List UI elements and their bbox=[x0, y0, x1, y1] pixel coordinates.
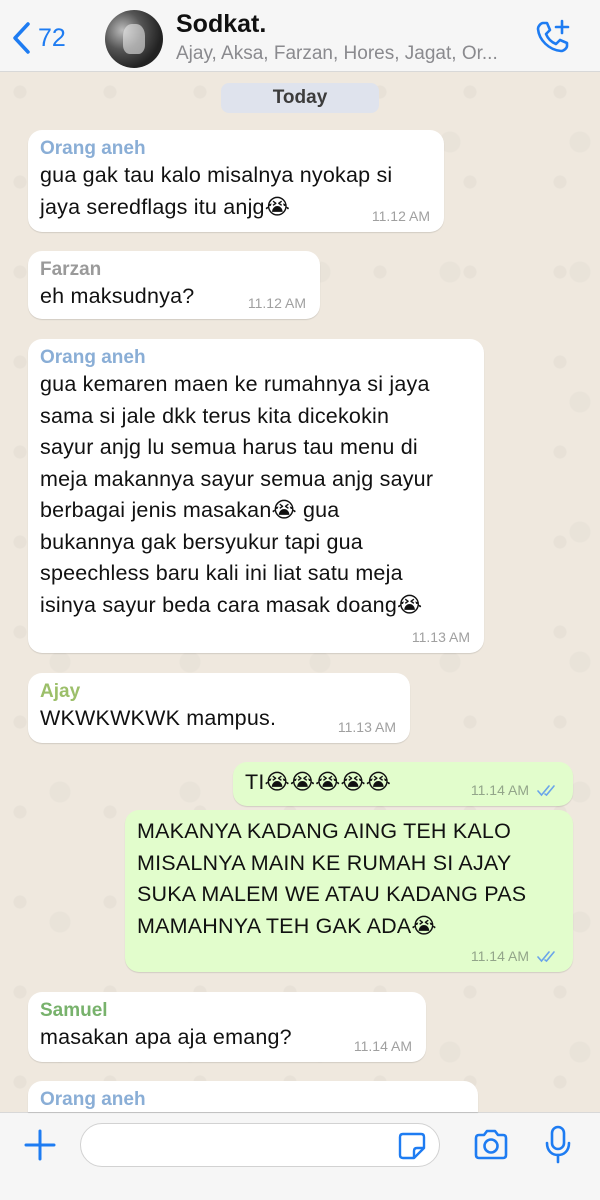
back-chevron-icon bbox=[13, 22, 30, 54]
message-text: MAKANYA KADANG AING TEH KALO MISALNYA MA… bbox=[137, 819, 527, 938]
add-call-button[interactable] bbox=[534, 18, 572, 56]
message-bubble[interactable]: Ajay WKWKWKWK mampus. 11.13 AM bbox=[28, 673, 410, 743]
add-call-icon bbox=[536, 19, 570, 53]
composer-bar bbox=[0, 1112, 600, 1200]
message-bubble[interactable]: Orang aneh bbox=[28, 1081, 478, 1112]
group-avatar[interactable] bbox=[105, 10, 163, 68]
message-bubble[interactable]: Samuel masakan apa aja emang? 11.14 AM bbox=[28, 992, 426, 1062]
outgoing-message-bubble[interactable]: TI😭😭😭😭😭 11.14 AM bbox=[233, 762, 573, 806]
message-bubble[interactable]: Orang aneh gua kemaren maen ke rumahnya … bbox=[28, 339, 484, 653]
message-time: 11.13 AM bbox=[337, 719, 396, 735]
message-time: 11.14 AM bbox=[470, 948, 529, 964]
double-check-icon bbox=[537, 785, 555, 797]
message-text: gua kemaren maen ke rumahnya si jaya sam… bbox=[40, 372, 434, 617]
camera-button[interactable] bbox=[472, 1129, 510, 1161]
plus-icon bbox=[24, 1129, 56, 1161]
chat-header: 72 Sodkat. Ajay, Aksa, Farzan, Hores, Ja… bbox=[0, 0, 600, 72]
message-sender: Farzan bbox=[40, 259, 102, 280]
message-bubble[interactable]: Orang aneh gua gak tau kalo misalnya nyo… bbox=[28, 130, 444, 232]
message-sender: Orang aneh bbox=[40, 138, 146, 159]
group-members[interactable]: Ajay, Aksa, Farzan, Hores, Jagat, Or... bbox=[176, 43, 506, 65]
message-time: 11.12 AM bbox=[247, 295, 306, 311]
message-time: 11.14 AM bbox=[470, 782, 529, 798]
unread-count: 72 bbox=[38, 23, 66, 52]
date-divider: Today bbox=[221, 83, 379, 113]
message-sender: Samuel bbox=[40, 1000, 108, 1021]
message-bubble[interactable]: Farzan eh maksudnya? 11.12 AM bbox=[28, 251, 320, 319]
message-time: 11.14 AM bbox=[353, 1038, 412, 1054]
attach-button[interactable] bbox=[22, 1127, 58, 1163]
group-title[interactable]: Sodkat. bbox=[176, 10, 266, 39]
camera-icon bbox=[474, 1129, 508, 1160]
message-sender: Orang aneh bbox=[40, 347, 146, 368]
message-time: 11.12 AM bbox=[371, 208, 430, 224]
voice-message-button[interactable] bbox=[544, 1125, 572, 1165]
message-sender: Orang aneh bbox=[40, 1089, 146, 1110]
microphone-icon bbox=[545, 1125, 571, 1164]
sticker-icon bbox=[398, 1132, 426, 1160]
double-check-icon bbox=[537, 951, 555, 963]
back-button[interactable]: 72 bbox=[10, 18, 66, 58]
outgoing-message-bubble[interactable]: MAKANYA KADANG AING TEH KALO MISALNYA MA… bbox=[125, 810, 573, 972]
message-time: 11.13 AM bbox=[411, 629, 470, 645]
message-input[interactable] bbox=[80, 1123, 440, 1167]
sticker-button[interactable] bbox=[397, 1131, 427, 1161]
message-sender: Ajay bbox=[40, 681, 81, 702]
